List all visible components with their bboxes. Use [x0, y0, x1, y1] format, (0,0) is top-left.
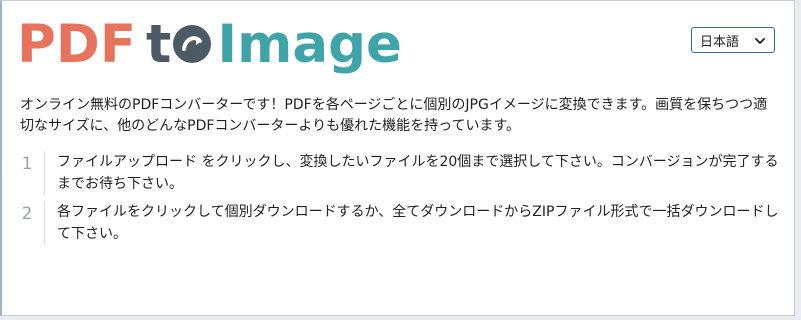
step-divider — [44, 151, 45, 195]
step-item: 1 ファイルアップロード をクリックし、変換したいファイルを20個まで選択して下… — [12, 151, 782, 195]
step-text: 各ファイルをクリックして個別ダウンロードするか、全てダウンロードからZIPファイ… — [57, 204, 779, 242]
step-item: 2 各ファイルをクリックして個別ダウンロードするか、全てダウンロードからZIPフ… — [12, 201, 782, 245]
step-divider — [44, 201, 45, 245]
logo-arrow-icon — [173, 24, 212, 63]
logo-pdf-text: PDF — [17, 13, 137, 75]
language-select[interactable]: 日本語 — [691, 27, 775, 53]
step-number: 1 — [21, 154, 33, 174]
logo: PDF t Image — [17, 11, 402, 77]
logo-t-letter: t — [146, 13, 172, 75]
intro-text: オンライン無料のPDFコンバーターです！PDFを各ページごとに個別のJPGイメー… — [20, 97, 768, 134]
logo-to-text: t — [146, 18, 212, 71]
steps-list: 1 ファイルアップロード をクリックし、変換したいファイルを20個まで選択して下… — [12, 151, 782, 251]
chevron-down-icon — [754, 35, 766, 51]
step-text: ファイルアップロード をクリックし、変換したいファイルを20個まで選択して下さい… — [57, 154, 779, 192]
step-number: 2 — [21, 204, 33, 224]
page-frame: PDF t Image 日本語 オンライン無料のPDFコンバーターです！PDFを… — [0, 0, 795, 316]
logo-image-text: Image — [217, 13, 402, 75]
language-select-value: 日本語 — [700, 34, 740, 50]
